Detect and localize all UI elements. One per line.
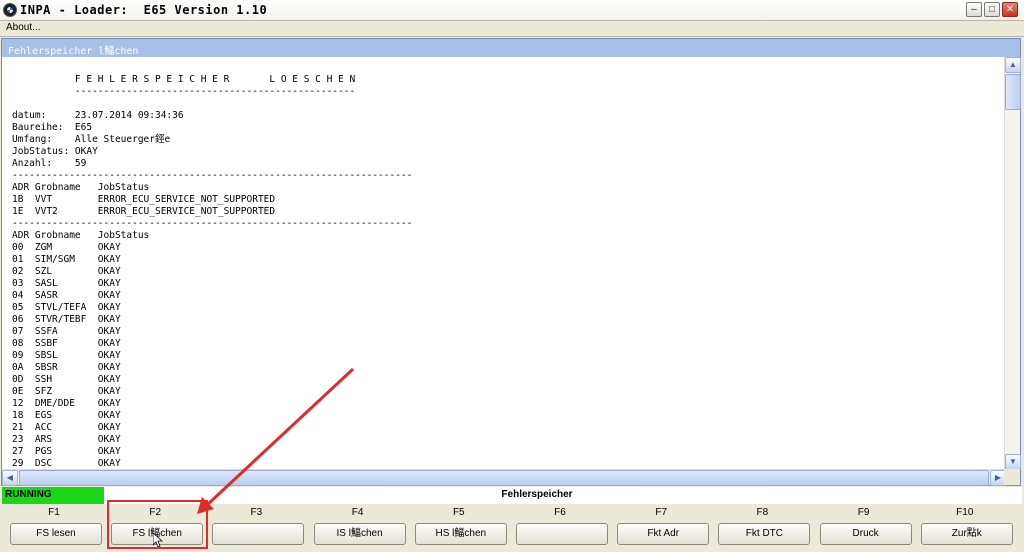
menu-bar: About... (0, 21, 1024, 37)
bmw-logo-icon (3, 3, 17, 17)
fkey-button-f8[interactable]: Fkt DTC (718, 523, 811, 545)
fkey-button-f10[interactable]: Zur點k (920, 523, 1013, 545)
window-title: INPA - Loader: E65 Version 1.10 (20, 3, 268, 17)
minimize-icon[interactable]: – (966, 2, 982, 17)
fkey-label-f1: F1 (48, 507, 60, 518)
menu-item-about[interactable]: About... (6, 22, 40, 33)
vertical-scrollbar[interactable]: ▲ ▼ (1004, 57, 1021, 470)
result-window-title: Fehlerspeicher l鰏chen (2, 39, 1020, 57)
fkey-label-f6: F6 (554, 507, 566, 518)
fkey-label-f5: F5 (452, 507, 465, 518)
fkey-label-f4: F4 (351, 507, 364, 518)
maximize-icon[interactable]: □ (984, 2, 1000, 17)
fkey-button-f3[interactable] (212, 523, 305, 545)
fkey-button-f7[interactable]: Fkt Adr (617, 523, 710, 545)
result-window: Fehlerspeicher l鰏chen F E H L E R S P E … (1, 38, 1021, 486)
horizontal-scroll-thumb[interactable] (19, 470, 989, 486)
fkey-label-f10: F10 (956, 507, 974, 518)
scrollbar-corner (1004, 469, 1020, 485)
fkey-button-f5[interactable]: HS l鰏chen (414, 523, 507, 545)
scroll-up-icon[interactable]: ▲ (1005, 57, 1021, 73)
mouse-cursor-icon (153, 533, 163, 547)
horizontal-scrollbar[interactable]: ◀ ▶ (2, 469, 1006, 486)
fkey-button-f4[interactable]: IS l鰏chen (313, 523, 406, 545)
fkey-label-f7: F7 (655, 507, 668, 518)
vertical-scroll-thumb[interactable] (1005, 74, 1021, 110)
running-status-badge: RUNNING (2, 487, 104, 504)
fkey-button-f1[interactable]: FS lesen (10, 523, 102, 545)
title-bar: INPA - Loader: E65 Version 1.10 – □ ✕ (0, 0, 1024, 21)
fkey-label-f9: F9 (857, 507, 870, 518)
report-text: F E H L E R S P E I C H E R L O E S C H … (12, 74, 413, 469)
status-section: Fehlerspeicher (501, 489, 573, 500)
close-icon[interactable]: ✕ (1002, 2, 1018, 17)
fkey-button-f9[interactable]: Druck (819, 523, 912, 545)
result-content: F E H L E R S P E I C H E R L O E S C H … (2, 57, 1006, 470)
scroll-left-icon[interactable]: ◀ (2, 470, 18, 486)
fkey-button-f6[interactable] (516, 523, 608, 545)
scroll-down-icon[interactable]: ▼ (1005, 454, 1021, 470)
fkey-label-f8: F8 (756, 507, 769, 518)
fkey-label-f3: F3 (250, 507, 263, 518)
